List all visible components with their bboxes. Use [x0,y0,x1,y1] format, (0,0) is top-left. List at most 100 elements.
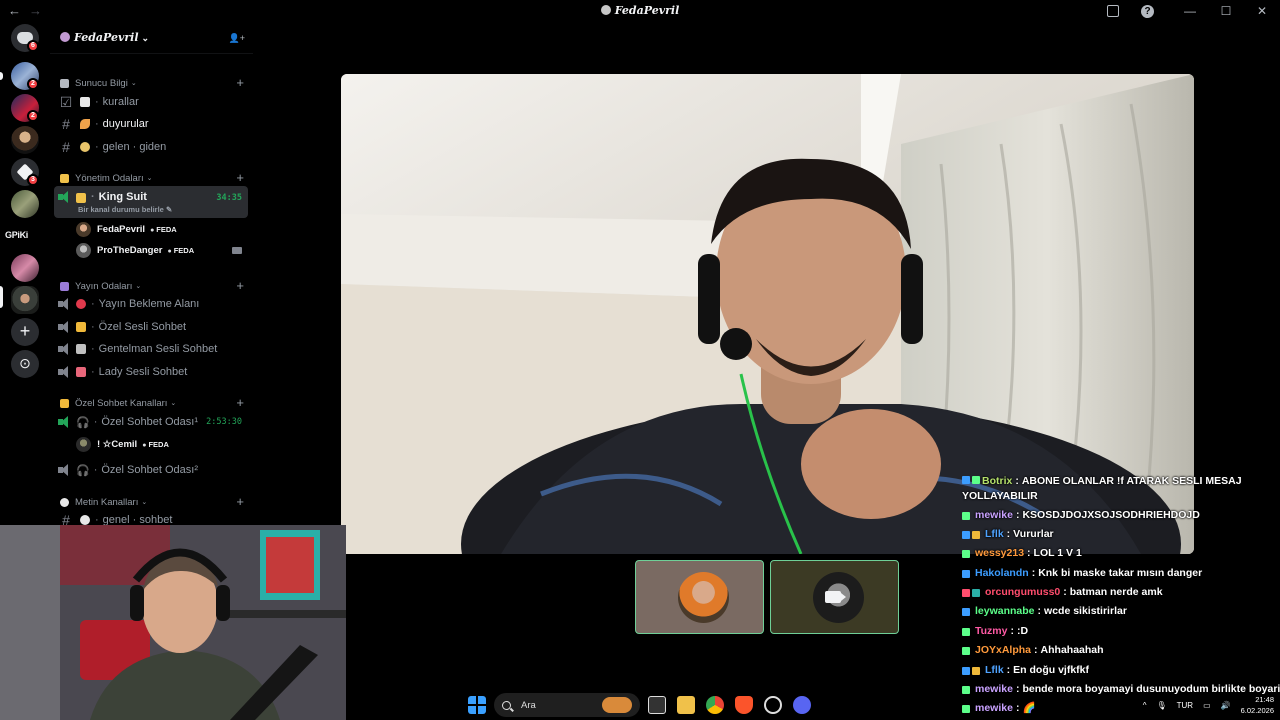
window-title: FedaPevril [0,4,1280,17]
notification-badge: 3 [27,174,39,186]
participant-tile[interactable] [770,560,899,634]
notification-badge: 6 [27,40,39,52]
window-title-text: FedaPevril [614,4,680,17]
minimize-button[interactable]: — [1178,4,1202,18]
system-tray: ^ 🎙 TUR ▭ 🔊 21:48 6.02.2026 [1133,694,1274,716]
chevron-down-icon: ⌄ [141,34,150,44]
notification-badge: 2 [27,110,39,122]
chat-message: JOYxAlpha: Ahhahaahah [962,643,1280,658]
clock[interactable]: 21:48 6.02.2026 [1241,694,1274,716]
server-text-icon[interactable]: GPiKi [5,230,28,240]
voice-member[interactable]: ! ☆CemilFEDA [76,434,169,454]
close-button[interactable]: ✕ [1250,4,1274,18]
taskbar-search[interactable]: Ara [494,693,640,717]
voice-channel-king-suit[interactable]: · King Suit 34:35 Bir kanal durumu belir… [54,186,248,218]
server-tag: FEDA [142,440,168,449]
category-sunucu-bilgi[interactable]: Sunucu Bilgi ⌄ + [60,75,250,90]
server-name[interactable]: FedaPevril ⌄ [60,31,149,44]
voice-timer: 2:53:30 [206,417,242,427]
server-icon-5[interactable] [11,190,39,218]
chrome-icon[interactable] [706,696,724,714]
category-metin-kanallari[interactable]: Metin Kanalları ⌄ + [60,494,250,509]
channel-duyurular[interactable]: # · duyurular [54,113,248,135]
speaker-icon [58,298,72,310]
voice-channel-yayin-bekleme[interactable]: · Yayın Bekleme Alanı [54,293,248,315]
lock-icon [60,398,69,408]
server-icon-6[interactable] [11,254,39,282]
search-placeholder: Ara [521,699,536,711]
badge-icon [962,476,970,484]
create-channel-icon[interactable]: + [236,75,244,90]
create-channel-icon[interactable]: + [236,278,244,293]
voice-member[interactable]: FedaPevrilFEDA [76,219,177,239]
voice-channel-ozel-sohbet-2[interactable]: 🎧 · Özel Sohbet Odası² [54,459,248,481]
category-yayin-odalari[interactable]: Yayın Odaları ⌄ + [60,278,250,293]
chevron-up-icon[interactable]: ^ [1143,701,1147,710]
speech-bubble-icon [60,497,69,507]
category-yonetim-odalari[interactable]: Yönetim Odaları ⌄ + [60,170,250,185]
speaker-icon [58,416,72,428]
invite-people-icon[interactable]: 👤+ [229,33,245,44]
file-explorer-icon[interactable] [677,696,695,714]
speaker-icon [58,464,72,476]
speaker-icon [58,191,72,203]
notification-badge: 2 [27,78,39,90]
streamer-webcam-overlay [0,525,346,720]
lock-icon [76,322,86,332]
window-controls: ? — ☐ ✕ [1107,0,1280,22]
create-channel-icon[interactable]: + [236,170,244,185]
voice-channel-ozel-sohbet-1[interactable]: 🎧 · Özel Sohbet Odası¹ 2:53:30 [54,411,248,433]
add-server-icon[interactable]: + [11,318,39,346]
badge-icon [972,666,980,675]
taskbar: Ara ^ 🎙 TUR ▭ 🔊 21:48 6.02.2026 [346,690,1280,720]
task-view-icon[interactable] [648,696,666,714]
voice-channel-ozel-sesli[interactable]: · Özel Sesli Sohbet [54,316,248,338]
runner-icon [80,142,90,152]
create-channel-icon[interactable]: + [236,395,244,410]
inbox-icon[interactable] [1107,5,1119,17]
maximize-button[interactable]: ☐ [1214,4,1238,18]
server-icon-feda[interactable] [11,286,39,314]
badge-icon [972,588,980,597]
speaker-icon [58,343,72,355]
participant-tile[interactable] [635,560,764,634]
channel-sidebar: FedaPevril ⌄ 👤+ Sunucu Bilgi ⌄ + ☑ · kural… [50,22,253,525]
server-header[interactable]: FedaPevril ⌄ 👤+ [50,22,253,54]
avatar [76,221,91,237]
avatar [76,242,91,258]
discover-icon[interactable]: ⊙ [11,350,39,378]
channel-genel-sohbet[interactable]: # · genel · sohbet [54,509,248,525]
volume-icon[interactable]: 🔊 [1221,701,1231,710]
discord-taskbar-icon[interactable] [793,696,811,714]
channel-kurallar[interactable]: ☑ · kurallar [54,91,248,113]
badge-icon [962,588,970,597]
broadcast-icon [60,281,69,291]
help-icon[interactable]: ? [1141,4,1154,18]
search-icon [502,700,511,710]
selected-pill [0,286,3,308]
voice-member[interactable]: ProTheDangerFEDA [76,240,194,260]
clock-date: 6.02.2026 [1240,706,1274,715]
microphone-icon[interactable]: 🎙 [1156,701,1166,710]
network-icon[interactable]: ▭ [1203,701,1211,710]
headphones-icon: 🎧 [76,464,90,477]
participant-strip [635,560,900,635]
brave-icon[interactable] [735,696,753,714]
voice-channel-gentelman[interactable]: · Gentelman Sesli Sohbet [54,338,248,360]
server-tag: FEDA [167,246,194,255]
crown-icon [60,173,69,183]
desktop: ← → FedaPevril ? — ☐ ✕ 6 2 2 3 GPiKi + ⊙ [0,0,1280,720]
language-indicator[interactable]: TUR [1177,701,1193,710]
create-channel-icon[interactable]: + [236,494,244,509]
server-emblem-icon [60,32,70,42]
obs-icon[interactable] [764,696,782,714]
category-ozel-sohbet[interactable]: Özel Sohbet Kanalları ⌄ + [60,395,250,410]
windows-start-icon[interactable] [468,696,486,714]
server-icon-3[interactable] [11,126,39,154]
voice-channel-lady[interactable]: · Lady Sesli Sohbet [54,361,248,383]
channel-status[interactable]: Bir kanal durumu belirle ✎ [78,205,172,214]
red-circle-icon [76,299,86,309]
megaphone-icon [80,119,90,129]
title-bar: ← → FedaPevril ? — ☐ ✕ [0,0,1280,22]
channel-gelen-giden[interactable]: # · gelen · giden [54,136,248,158]
